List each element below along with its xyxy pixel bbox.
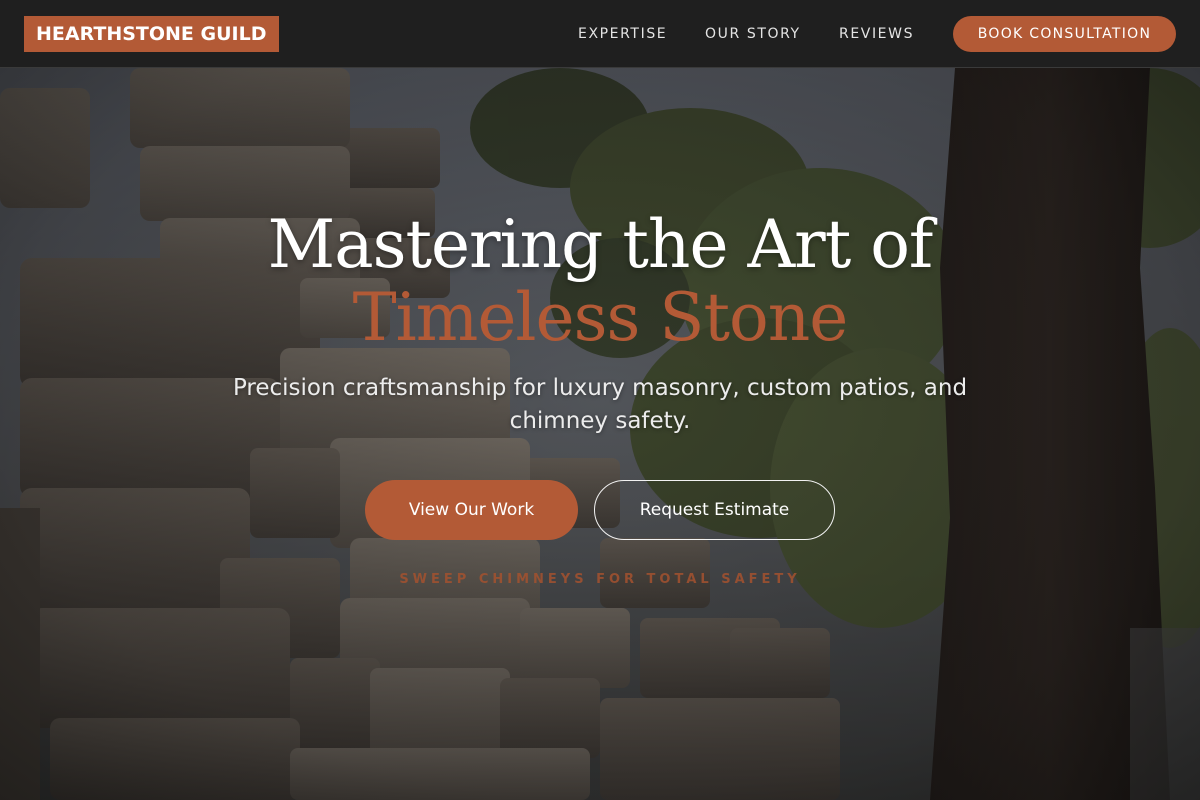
hero-headline: Mastering the Art of xyxy=(267,206,934,283)
landing-page: HEARTHSTONE GUILD EXPERTISE OUR STORY RE… xyxy=(0,0,1200,800)
view-our-work-button[interactable]: View Our Work xyxy=(365,480,578,540)
nav-link-our-story[interactable]: OUR STORY xyxy=(705,0,801,68)
hero-headline-accent: Timeless Stone xyxy=(352,279,849,356)
site-header: HEARTHSTONE GUILD EXPERTISE OUR STORY RE… xyxy=(0,0,1200,68)
nav-link-expertise[interactable]: EXPERTISE xyxy=(578,0,667,68)
book-consultation-button[interactable]: BOOK CONSULTATION xyxy=(953,16,1176,52)
hero-tagline: SWEEP CHIMNEYS FOR TOTAL SAFETY xyxy=(399,572,801,587)
hero-subtitle: Precision craftsmanship for luxury mason… xyxy=(232,375,968,434)
request-estimate-button[interactable]: Request Estimate xyxy=(594,480,835,540)
brand-logo[interactable]: HEARTHSTONE GUILD xyxy=(24,16,279,52)
nav-link-reviews[interactable]: REVIEWS xyxy=(839,0,914,68)
